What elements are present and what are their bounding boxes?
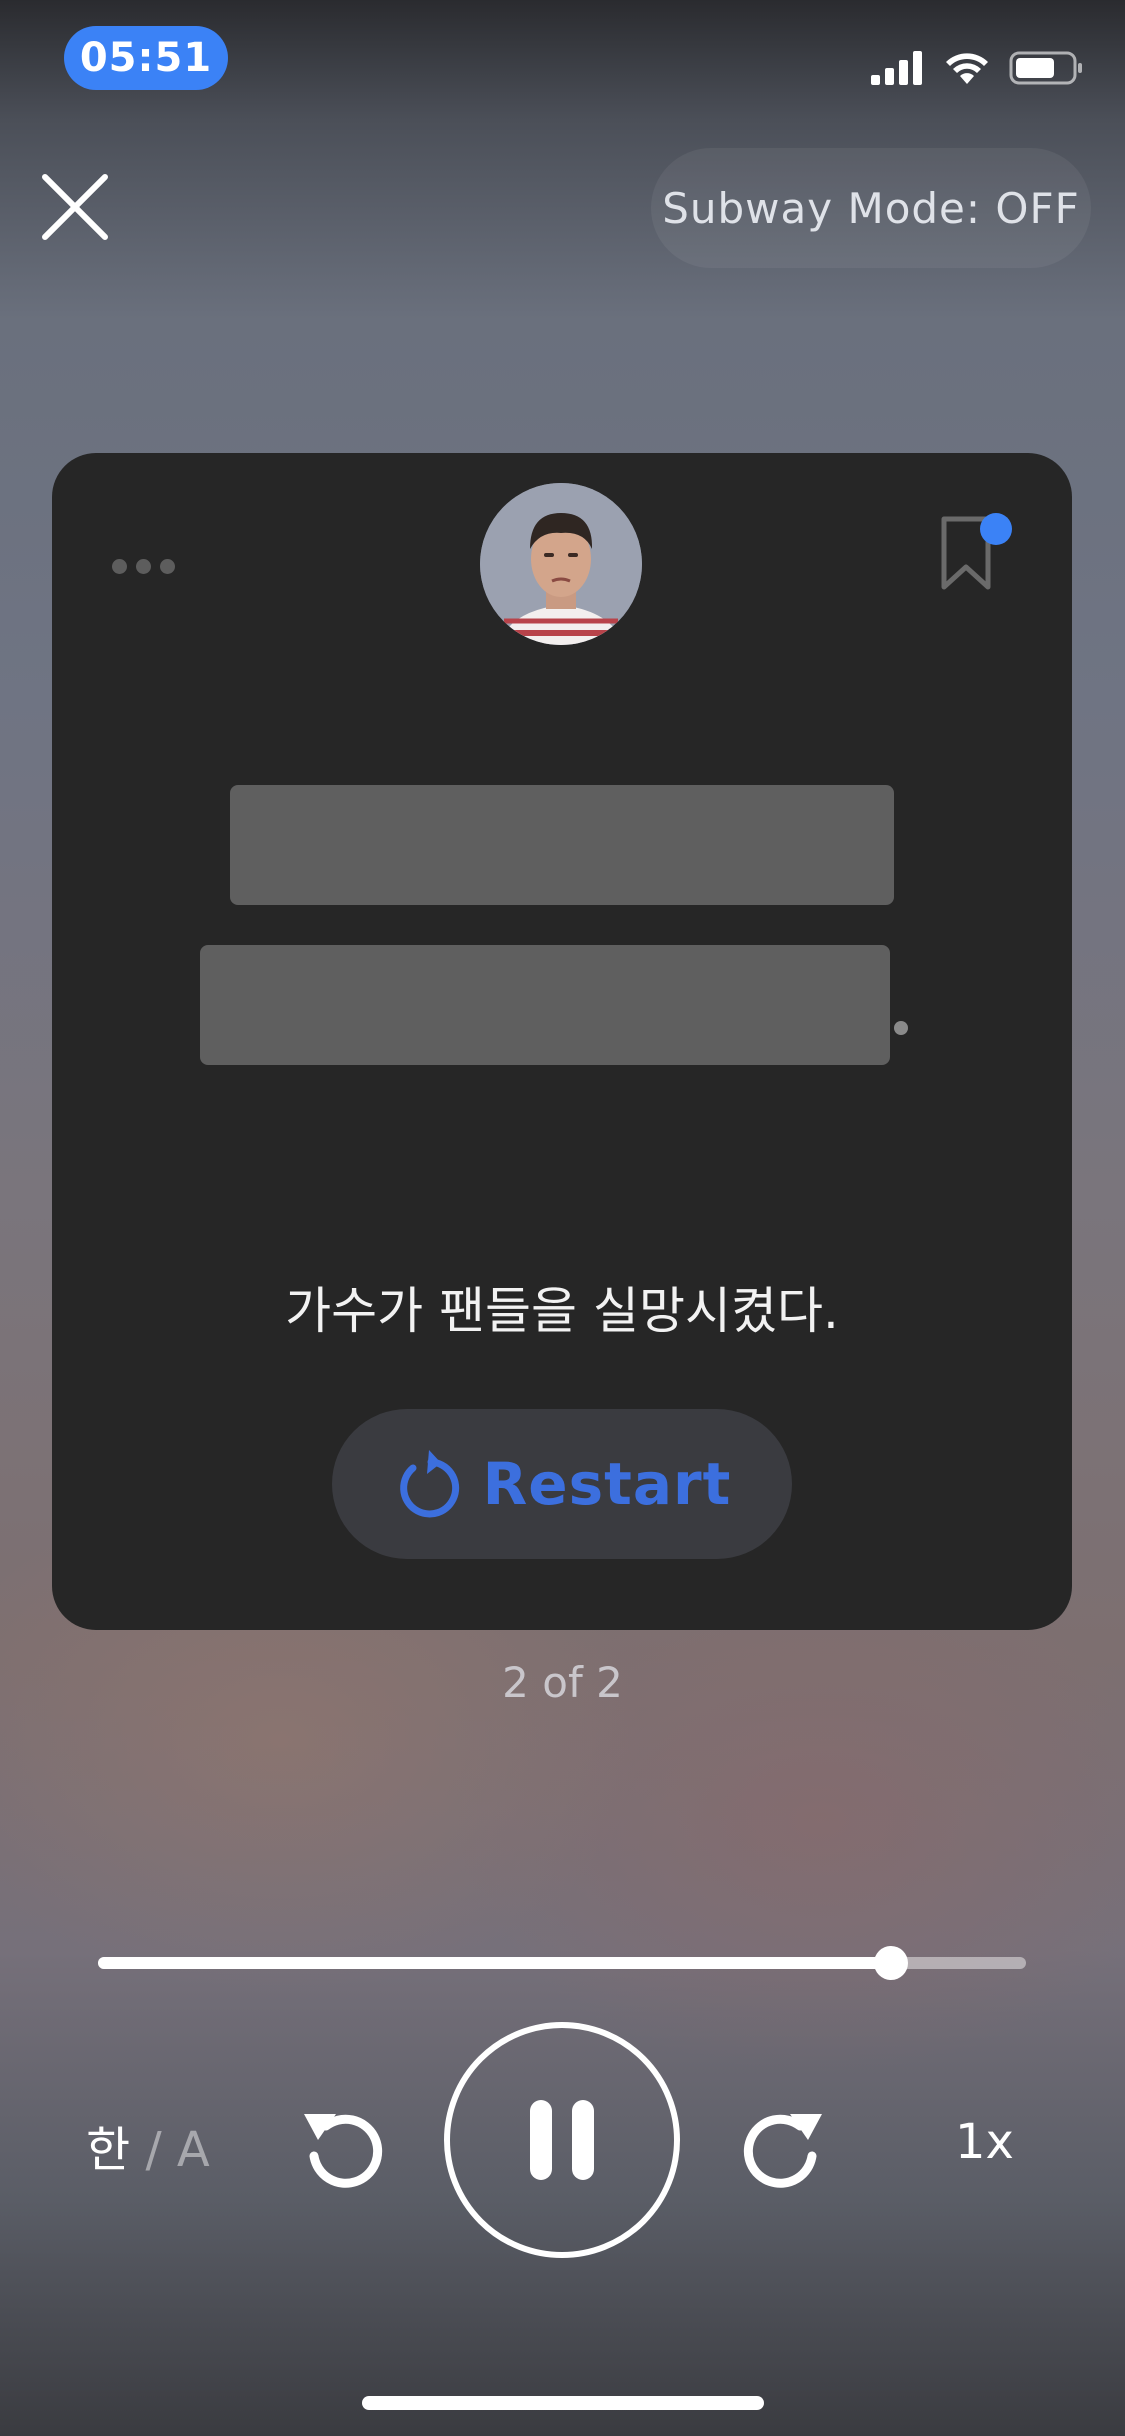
lang-separator: / — [145, 2122, 162, 2178]
battery-icon — [1009, 51, 1082, 85]
pause-button[interactable] — [444, 2022, 680, 2258]
progress-fill — [98, 1957, 892, 1969]
progress-thumb[interactable] — [874, 1946, 909, 1980]
avatar-image — [480, 483, 642, 645]
rewind-button[interactable] — [296, 2100, 388, 2192]
close-button[interactable] — [40, 172, 110, 242]
speaker-avatar — [480, 483, 642, 645]
answer-blank-2[interactable] — [200, 945, 890, 1065]
more-options-button[interactable] — [112, 551, 182, 581]
lang-primary: 한 — [86, 2122, 131, 2178]
translation-text: 가수가 팬들을 실망시켰다. — [285, 1282, 839, 1340]
lang-secondary: A — [176, 2122, 210, 2178]
subway-mode-toggle[interactable]: Subway Mode: OFF — [651, 148, 1091, 268]
bookmark-notification-dot — [980, 513, 1012, 545]
restart-icon — [399, 1450, 459, 1518]
subway-mode-label: Subway Mode: OFF — [662, 183, 1080, 233]
wifi-icon — [946, 53, 988, 84]
restart-label: Restart — [482, 1450, 732, 1518]
more-dots-icon — [112, 558, 127, 574]
card-counter: 2 of 2 — [502, 1658, 623, 1707]
language-toggle[interactable]: 한 / A — [86, 2110, 210, 2180]
close-icon — [42, 174, 108, 240]
playback-speed-button[interactable]: 1x — [955, 2114, 1014, 2170]
restart-button[interactable]: Restart — [332, 1409, 792, 1559]
forward-button[interactable] — [738, 2100, 830, 2192]
sentence-period — [894, 1021, 908, 1035]
playback-progress-bar[interactable] — [98, 1946, 1026, 1980]
pause-icon — [530, 2100, 594, 2180]
answer-blank-1[interactable] — [230, 785, 894, 905]
rewind-icon — [304, 2114, 383, 2188]
home-indicator[interactable] — [362, 2396, 764, 2410]
exercise-card: 가수가 팬들을 실망시켰다. Restart — [52, 453, 1072, 1630]
forward-icon — [743, 2114, 822, 2188]
status-time: 05:51 — [64, 26, 228, 90]
cellular-signal-icon — [871, 51, 922, 85]
status-icons — [871, 44, 1083, 92]
